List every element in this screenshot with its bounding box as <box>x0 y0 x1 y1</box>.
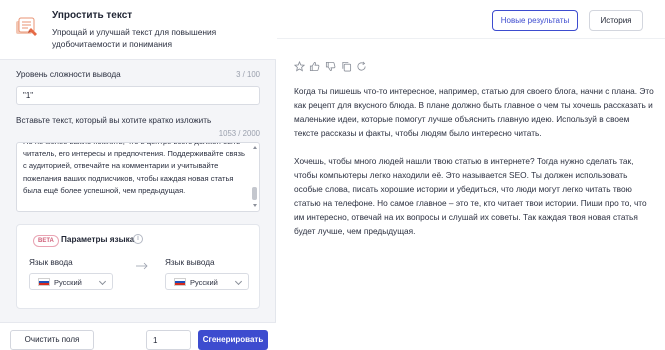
thumbs-down-icon[interactable] <box>325 61 336 72</box>
history-button[interactable]: История <box>589 10 643 31</box>
scroll-down-icon[interactable] <box>253 204 257 207</box>
level-label: Уровень сложности вывода <box>16 70 121 79</box>
russia-flag-icon <box>38 278 50 286</box>
level-input[interactable]: "1" <box>16 86 260 105</box>
info-icon[interactable]: i <box>133 234 143 244</box>
app-logo-icon <box>16 17 37 36</box>
app-header: Упростить текст Упрощай и улучшай текст … <box>0 0 276 60</box>
input-text-counter: 1053 / 2000 <box>218 129 260 138</box>
arrow-right-icon <box>136 262 148 270</box>
input-text-area[interactable]: Но не менее важно помнить, что в центре … <box>16 142 260 212</box>
input-language-label: Язык ввода <box>29 258 73 267</box>
app-title: Упростить текст <box>52 10 133 21</box>
level-counter: 3 / 100 <box>236 70 260 79</box>
result-paragraph: Хочешь, чтобы много людей нашли твою ста… <box>294 156 647 236</box>
scroll-up-icon[interactable] <box>253 146 257 149</box>
output-language-value: Русский <box>190 278 218 287</box>
refresh-icon[interactable] <box>356 61 367 72</box>
result-text: Когда ты пишешь что-то интересное, напри… <box>294 84 654 252</box>
result-paragraph: Когда ты пишешь что-то интересное, напри… <box>294 86 654 138</box>
new-results-button[interactable]: Новые результаты <box>492 10 578 31</box>
input-text-value: Но не менее важно помнить, что в центре … <box>23 143 245 195</box>
output-language-select[interactable]: Русский <box>165 273 249 290</box>
settings-panel: Упростить текст Упрощай и улучшай текст … <box>0 0 276 350</box>
star-icon[interactable] <box>294 61 305 72</box>
clear-fields-button[interactable]: Очистить поля <box>10 330 94 350</box>
output-language-label: Язык вывода <box>165 258 215 267</box>
chevron-down-icon <box>98 277 107 286</box>
input-language-select[interactable]: Русский <box>29 273 113 290</box>
copy-icon[interactable] <box>341 61 352 72</box>
results-count-input[interactable]: 1 <box>146 330 191 350</box>
results-panel: Новые результаты История Когда ты пишешь… <box>277 0 665 350</box>
input-text-label: Вставьте текст, который вы хотите кратко… <box>16 116 212 125</box>
app-description: Упрощай и улучшай текст для повышения уд… <box>52 27 217 49</box>
language-settings-card: BETA Параметры языка i Язык ввода Язык в… <box>16 224 260 309</box>
thumbs-up-icon[interactable] <box>309 61 320 72</box>
chevron-down-icon <box>234 277 243 286</box>
language-settings-title: Параметры языка <box>61 235 135 244</box>
input-language-value: Русский <box>54 278 82 287</box>
russia-flag-icon <box>174 278 186 286</box>
scrollbar-thumb[interactable] <box>252 187 257 200</box>
divider <box>277 38 665 39</box>
generate-button[interactable]: Сгенерировать <box>198 330 268 350</box>
beta-badge: BETA <box>33 235 59 247</box>
